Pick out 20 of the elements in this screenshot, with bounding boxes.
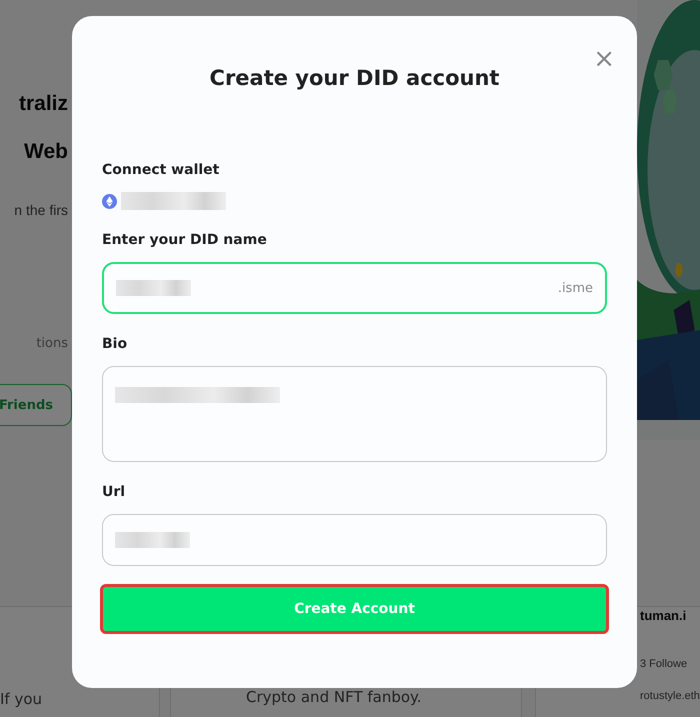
card-title: tuman.i — [640, 608, 686, 623]
domain-suffix: .isme — [558, 280, 593, 296]
hero-heading: Web — [24, 140, 68, 164]
input-field[interactable]: .isme — [102, 262, 607, 314]
field-label: Url — [102, 484, 126, 500]
field-label: Connect wallet — [102, 162, 220, 178]
dialog-title: Create your DID account — [208, 66, 500, 90]
bio-field[interactable] — [102, 366, 607, 462]
ethereum-icon — [102, 194, 117, 208]
field-label: Bio — [102, 336, 128, 352]
friends-button[interactable]: Friends — [0, 384, 72, 426]
hero-heading: traliz — [18, 92, 68, 116]
page-text: rotustyle.eth — [640, 690, 700, 702]
input-field[interactable] — [102, 514, 607, 566]
field-label: Enter your DID name — [102, 232, 268, 248]
page-text: Crypto and NFT fanboy. — [246, 688, 422, 706]
page-text: n the firs — [14, 202, 68, 218]
page-text: 3 Followe — [640, 658, 688, 670]
page-text: tions — [36, 336, 68, 351]
page-text: If you — [0, 690, 42, 708]
